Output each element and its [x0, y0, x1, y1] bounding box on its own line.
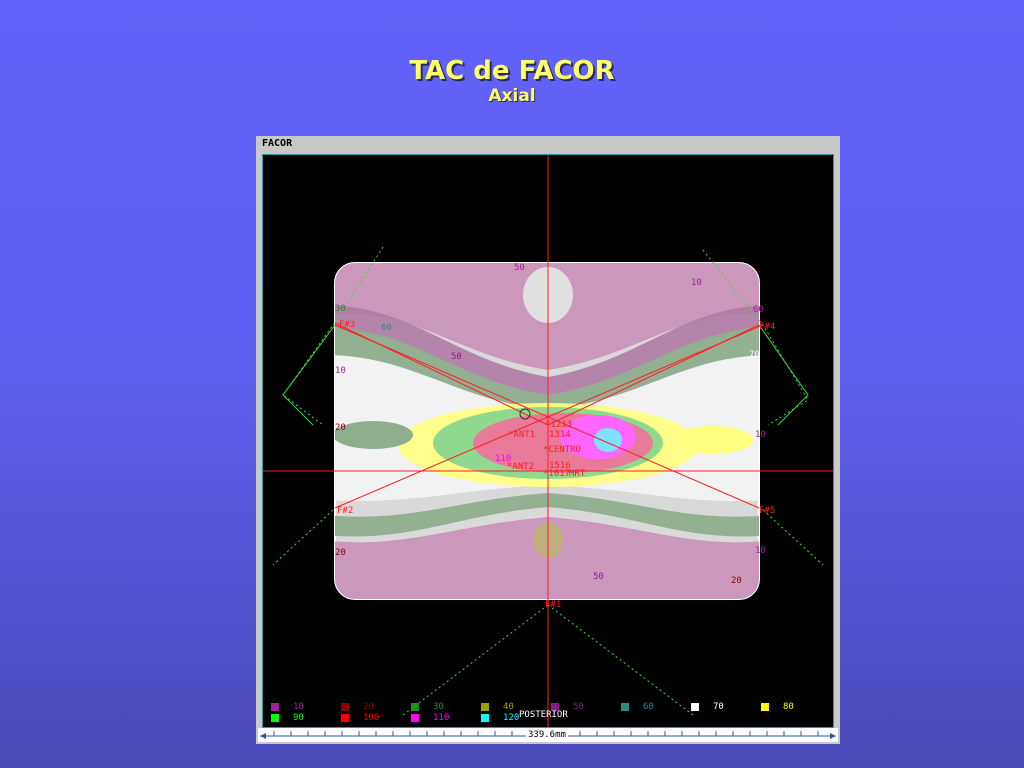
dose-plan-window: FACOR F#3 F#4 F#2 F#5 F#1 *1213 *ANT1 13…: [256, 136, 840, 744]
legend-label: 70: [713, 702, 724, 712]
beam-f1: [402, 604, 549, 716]
lateral-lobe-right: [673, 426, 753, 454]
isodose-value-label: 10: [691, 278, 702, 288]
legend-item: 60: [621, 701, 691, 713]
field-label-f5: F#5: [759, 506, 775, 516]
legend-swatch: [481, 714, 489, 722]
point-label: *CENTRO: [543, 445, 581, 455]
isodose-value-label: 10: [335, 366, 346, 376]
scale-bar: 339.6mm: [258, 728, 838, 742]
legend-label: 90: [293, 713, 304, 723]
legend-item: 70: [691, 701, 761, 713]
legend-swatch: [271, 703, 279, 711]
axial-dose-image: F#3 F#4 F#2 F#5 F#1 *1213 *ANT1 1314 *CE…: [263, 155, 833, 727]
isodose-value-label: 30: [335, 304, 346, 314]
legend-swatch: [761, 703, 769, 711]
field-label-f3: F#3: [339, 320, 355, 330]
legend-item: 100: [341, 712, 411, 724]
isodose-value-label: 50: [593, 572, 604, 582]
isodose-value-label: 10: [755, 546, 766, 556]
legend-item: 90: [271, 712, 341, 724]
legend-label: 50: [573, 702, 584, 712]
field-label-f4: F#4: [759, 322, 775, 332]
posterior-orientation-label: POSTERIOR: [519, 710, 568, 720]
legend-swatch: [271, 714, 279, 722]
collimator-left: [282, 324, 336, 426]
legend-swatch: [481, 703, 489, 711]
field-label-f2: F#2: [337, 506, 353, 516]
legend-swatch: [411, 714, 419, 722]
isodose-value-label: 20: [335, 548, 346, 558]
isodose-value-label: 50: [514, 263, 525, 273]
isodose-value-label: 110: [495, 454, 511, 464]
isodose-value-label: 70: [749, 350, 760, 360]
point-label: *1213: [545, 420, 572, 430]
scale-length-label: 339.6mm: [526, 730, 568, 740]
slide-title: TAC de FACOR: [409, 56, 615, 86]
isodose-value-label: 50: [451, 352, 462, 362]
legend-label: 60: [643, 702, 654, 712]
point-label: 1314: [549, 430, 571, 440]
legend-swatch: [341, 714, 349, 722]
legend-label: 110: [433, 713, 450, 723]
legend-label: 20: [363, 702, 374, 712]
collimator-right: [758, 324, 809, 426]
legend-label: 30: [433, 702, 444, 712]
isodose-value-label: 10: [755, 430, 766, 440]
legend-swatch: [341, 703, 349, 711]
point-label: MRT: [569, 469, 586, 479]
window-title: FACOR: [262, 138, 293, 149]
isodose-legend-row-2: 90 100 110 120: [271, 712, 551, 724]
isodose-value-label: 60: [753, 305, 764, 315]
point-label: *ANT1: [508, 430, 535, 440]
legend-item: 80: [761, 701, 831, 713]
legend-swatch: [621, 703, 629, 711]
isodose-value-label: 60: [381, 323, 392, 333]
legend-label: 40: [503, 702, 514, 712]
legend-label: 100: [363, 713, 380, 723]
isodose-value-label: 20: [335, 423, 346, 433]
field-label-f1: F#1: [545, 600, 561, 610]
beam-f2: [272, 509, 334, 566]
beam-f5: [762, 509, 824, 566]
point-label: *1617: [543, 469, 570, 479]
legend-swatch: [691, 703, 699, 711]
legend-item: 110: [411, 712, 481, 724]
isodose-band-120: [594, 428, 622, 452]
slide-subtitle: Axial: [488, 86, 536, 106]
legend-label: 80: [783, 702, 794, 712]
legend-label: 120: [503, 713, 520, 723]
legend-swatch: [411, 703, 419, 711]
isodose-value-label: 20: [731, 576, 742, 586]
beam-f1-b: [547, 604, 694, 716]
legend-label: 10: [293, 702, 304, 712]
dose-distribution-viewport[interactable]: F#3 F#4 F#2 F#5 F#1 *1213 *ANT1 1314 *CE…: [262, 154, 834, 728]
